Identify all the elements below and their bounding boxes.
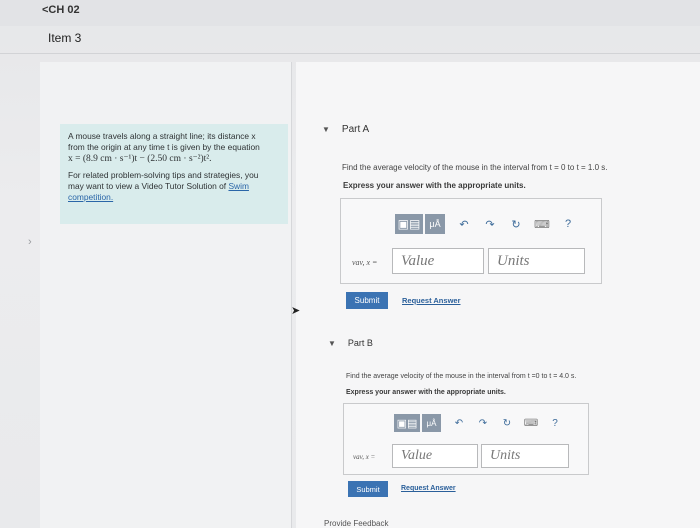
redo-icon[interactable]: ↷ (477, 218, 503, 231)
reset-icon[interactable]: ↻ (503, 218, 529, 231)
part-b-value-input[interactable]: Value (392, 444, 478, 468)
part-a-math-toolbar: ▣▤ μÅ ↶ ↷ ↻ ⌨ ? (395, 214, 581, 234)
part-a-value-input[interactable]: Value (392, 248, 484, 274)
tip-line-1: For related problem-solving tips and str… (68, 170, 259, 180)
tip-line-2: may want to view a Video Tutor Solution … (68, 181, 227, 191)
units-symbol-button[interactable]: μÅ (422, 414, 441, 432)
undo-icon[interactable]: ↶ (451, 218, 477, 231)
part-a-submit-button[interactable]: Submit (346, 292, 388, 309)
part-b-header[interactable]: ▼ Part B (328, 338, 373, 348)
velocity-label: vav, x = (353, 453, 376, 461)
velocity-label: vav, x = (352, 258, 378, 267)
redo-icon[interactable]: ↷ (471, 418, 495, 429)
part-a-label: Part A (341, 124, 370, 135)
undo-icon[interactable]: ↶ (447, 418, 471, 429)
mouse-cursor-icon: ➤ (291, 305, 301, 317)
item-title: Item 3 (48, 31, 82, 45)
part-b-request-answer-link[interactable]: Request Answer (401, 485, 456, 492)
part-a-question: Find the average velocity of the mouse i… (342, 163, 608, 172)
keyboard-icon[interactable]: ⌨ (519, 418, 543, 429)
problem-text: A mouse travels along a straight line; i… (68, 131, 280, 165)
part-a-units-input[interactable]: Units (488, 248, 585, 274)
tip-text: For related problem-solving tips and str… (68, 170, 280, 203)
top-bar (0, 0, 700, 26)
part-b-units-input[interactable]: Units (481, 444, 569, 468)
problem-statement: A mouse travels along a straight line; i… (60, 124, 288, 224)
collapse-caret-icon: ▼ (322, 125, 330, 134)
reset-icon[interactable]: ↻ (495, 418, 519, 429)
part-b-question: Find the average velocity of the mouse i… (346, 373, 577, 380)
problem-line-2: from the origin at any time t is given b… (68, 142, 260, 152)
part-b-instruction: Express your answer with the appropriate… (346, 389, 506, 396)
keyboard-icon[interactable]: ⌨ (529, 218, 555, 231)
previous-item-arrow-icon[interactable]: › (28, 236, 32, 248)
help-icon[interactable]: ? (555, 218, 581, 230)
header-divider (0, 53, 700, 54)
part-b-label: Part B (347, 338, 373, 348)
part-a-request-answer-link[interactable]: Request Answer (402, 296, 461, 305)
provide-feedback-link[interactable]: Provide Feedback (324, 519, 388, 528)
template-button[interactable]: ▣▤ (394, 414, 420, 432)
template-button[interactable]: ▣▤ (395, 214, 423, 234)
problem-equation: x = (8.9 cm · s⁻¹)t − (2.50 cm · s⁻²)t². (68, 154, 212, 164)
part-b-math-toolbar: ▣▤ μÅ ↶ ↷ ↻ ⌨ ? (394, 414, 567, 432)
help-icon[interactable]: ? (543, 418, 567, 429)
problem-line-1: A mouse travels along a straight line; i… (68, 131, 256, 141)
units-symbol-button[interactable]: μÅ (425, 214, 445, 234)
part-a-instruction: Express your answer with the appropriate… (343, 181, 526, 190)
part-b-submit-button[interactable]: Submit (348, 481, 388, 497)
part-a-header[interactable]: ▼ Part A (322, 124, 369, 135)
back-to-chapter-link[interactable]: <CH 02 (42, 4, 80, 16)
collapse-caret-icon: ▼ (328, 339, 336, 348)
